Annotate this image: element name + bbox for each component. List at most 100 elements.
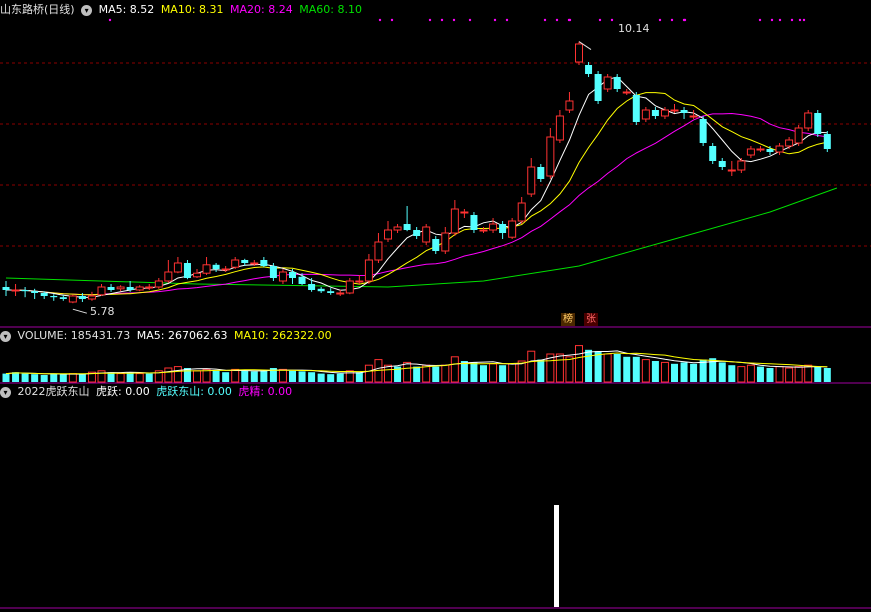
candle-body [87, 295, 96, 300]
candle-body [393, 226, 402, 231]
volume-bar [527, 350, 536, 383]
candle-body [231, 259, 240, 268]
signal-dot [468, 18, 472, 22]
candle-body [308, 284, 316, 290]
candle-body [555, 115, 564, 141]
volume-bar [260, 370, 268, 382]
volume-bar [135, 373, 144, 383]
candle-body [289, 272, 296, 278]
volume-bar [31, 374, 39, 382]
low-marker [72, 308, 87, 314]
candle-body [565, 100, 574, 111]
volume-bar [68, 373, 77, 383]
candle-body [804, 112, 813, 129]
candle-body [575, 43, 583, 63]
volume-bar [766, 368, 774, 382]
candle-body [59, 297, 67, 299]
volume-bar [432, 366, 440, 382]
volume-bar [193, 370, 201, 383]
indicator-name[interactable]: 2022虎跃东山 [18, 385, 90, 398]
candle-body [126, 287, 134, 290]
badge-bang[interactable]: 榜 [561, 313, 575, 326]
candle-body [403, 224, 411, 230]
candle-body [460, 211, 469, 214]
ma5-label: MA5: 8.52 [98, 3, 155, 16]
candle-body [345, 280, 354, 294]
candle-body [613, 77, 621, 89]
candle-body [2, 287, 10, 290]
volume-bar [164, 367, 173, 383]
signal-dot [568, 18, 572, 22]
candle-body [450, 208, 459, 234]
candle-body [107, 287, 115, 290]
candle-body [384, 229, 392, 240]
volume-bar [250, 371, 258, 382]
chevron-down-icon[interactable]: ▾ [0, 386, 11, 398]
volume-label: VOLUME: 185431.73 [17, 329, 131, 342]
candle-body [68, 295, 77, 303]
volume-bar [460, 361, 468, 382]
signal-dot [493, 18, 497, 22]
volume-bar [785, 367, 794, 383]
candle-body [31, 291, 39, 293]
candle-body [154, 280, 163, 288]
candle-body [202, 264, 211, 274]
candle-body [364, 259, 373, 282]
signal-dot [778, 18, 782, 22]
volume-bar [384, 364, 392, 383]
candle-body [517, 202, 526, 222]
candle-body [11, 289, 20, 292]
candle-body [116, 286, 125, 290]
ma60-label: MA60: 8.10 [299, 3, 362, 16]
signal-dot [452, 18, 456, 22]
volume-bar [585, 349, 593, 382]
volume-bar [364, 364, 373, 383]
ma10-label: MA10: 8.31 [160, 3, 224, 16]
candle-body [527, 166, 536, 195]
candle-body [479, 229, 488, 232]
low-price-label: 5.78 [90, 305, 115, 318]
volume-bar [746, 364, 755, 383]
volume-bar [413, 366, 421, 382]
hujing-label: 虎精: 0.00 [238, 385, 293, 398]
volume-ma10-label: MA10: 262322.00 [233, 329, 332, 342]
volume-bar [173, 366, 182, 383]
signal-dot [108, 18, 112, 22]
volume-bar [671, 363, 678, 382]
candle-body [775, 145, 784, 153]
chart-canvas[interactable] [0, 0, 871, 612]
volume-bar [499, 365, 507, 382]
volume-bar [613, 354, 621, 382]
candle-body [221, 268, 230, 271]
candle-body [183, 263, 191, 278]
volume-bar [212, 370, 220, 382]
candle-body [603, 76, 612, 90]
signal-dot [758, 18, 762, 22]
candle-body [585, 65, 593, 74]
candle-body [622, 91, 631, 94]
volume-bar [2, 373, 10, 382]
indicator-signal-bar [554, 505, 559, 607]
chevron-down-icon[interactable]: ▾ [0, 330, 11, 342]
candle-body [670, 109, 679, 112]
volume-bar [794, 366, 803, 383]
signal-dot [683, 18, 687, 22]
huyue-label: 虎跃: 0.00 [96, 385, 150, 398]
volume-bar [355, 372, 363, 382]
volume-bar [632, 356, 640, 382]
candle-body [336, 292, 345, 295]
stock-name[interactable]: 山东路桥(日线) [0, 3, 75, 16]
candle-body [260, 260, 268, 266]
ma5-line [6, 76, 828, 298]
chevron-down-icon[interactable]: ▾ [81, 4, 93, 16]
volume-bar [50, 373, 58, 382]
signal-dot [505, 18, 509, 22]
volume-bar [21, 373, 29, 382]
volume-bar [814, 366, 822, 382]
badge-zhang[interactable]: 张 [584, 313, 598, 326]
candle-body [374, 241, 383, 261]
candle-body [241, 260, 249, 263]
candle-body [718, 161, 726, 167]
volume-bar [690, 363, 698, 382]
volume-bar [289, 370, 296, 382]
